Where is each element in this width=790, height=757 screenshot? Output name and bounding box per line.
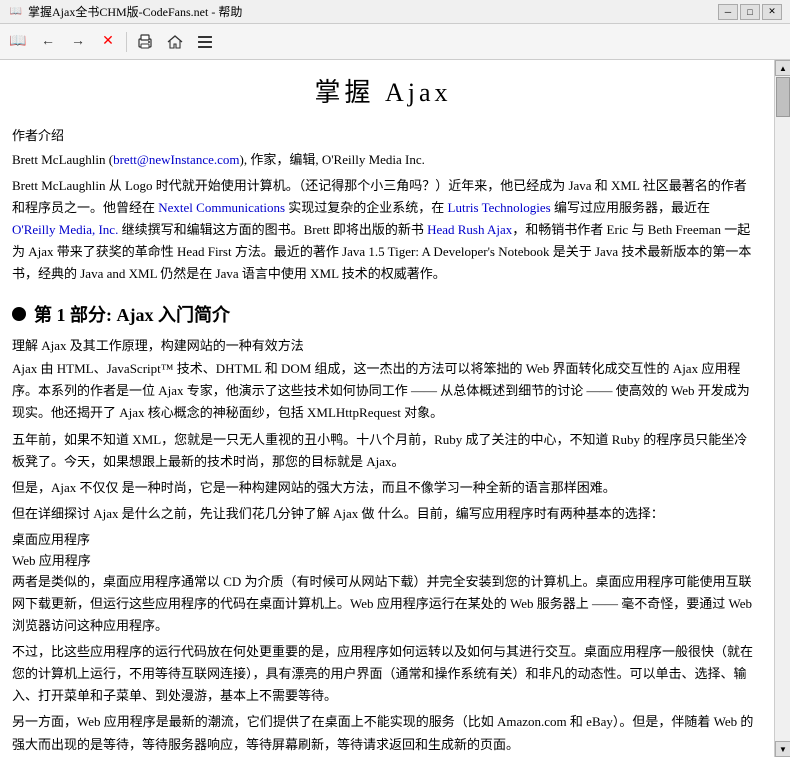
scrollbar-up-arrow[interactable]: ▲ bbox=[775, 60, 790, 76]
title-bar: 📖 掌握Ajax全书CHM版-CodeFans.net - 帮助 ─ □ ✕ bbox=[0, 0, 790, 24]
scrollbar-thumb[interactable] bbox=[776, 77, 790, 117]
part1-para3: 但是，Ajax 不仅仅 是一种时尚，它是一种构建网站的强大方法，而且不像学习一种… bbox=[12, 477, 754, 499]
scrollbar-down-arrow[interactable]: ▼ bbox=[775, 741, 790, 757]
part1-para5: 两者是类似的，桌面应用程序通常以 CD 为介质（有时候可从网站下载）并完全安装到… bbox=[12, 571, 754, 637]
part1-para4: 但在详细探讨 Ajax 是什么之前，先让我们花几分钟了解 Ajax 做 什么。目… bbox=[12, 503, 754, 525]
title-bar-controls: ─ □ ✕ bbox=[718, 4, 782, 20]
list-item-web: Web 应用程序 bbox=[12, 550, 754, 569]
part1-para6: 不过，比这些应用程序的运行代码放在何处更重要的是，应用程序如何运转以及如何与其进… bbox=[12, 641, 754, 707]
options-button[interactable] bbox=[191, 28, 219, 56]
content-area[interactable]: 掌握 Ajax 作者介绍 Brett McLaughlin (brett@new… bbox=[0, 60, 774, 757]
lutris-link[interactable]: Lutris Technologies bbox=[448, 200, 551, 215]
section-label-author: 作者介绍 bbox=[12, 125, 754, 144]
app-icon: 📖 bbox=[8, 4, 24, 20]
print-button[interactable] bbox=[131, 28, 159, 56]
scrollbar-track[interactable]: ▲ ▼ bbox=[774, 60, 790, 757]
part1-heading-text: 第 1 部分: Ajax 入门简介 bbox=[34, 301, 230, 327]
oreilly-link[interactable]: O'Reilly Media, Inc. bbox=[12, 222, 118, 237]
app-icon-btn: 📖 bbox=[4, 28, 32, 56]
stop-button[interactable]: ✕ bbox=[94, 28, 122, 56]
title-bar-text: 掌握Ajax全书CHM版-CodeFans.net - 帮助 bbox=[28, 3, 718, 20]
headfirst-text: Head First bbox=[177, 244, 232, 259]
author-paragraph: Brett McLaughlin 从 Logo 时代就开始使用计算机。（还记得那… bbox=[12, 175, 754, 285]
scrollbar-background bbox=[775, 118, 790, 741]
list-item-desktop: 桌面应用程序 bbox=[12, 529, 754, 548]
part1-heading: 第 1 部分: Ajax 入门简介 bbox=[12, 301, 754, 327]
forward-button[interactable]: → bbox=[64, 28, 92, 56]
nextel-link[interactable]: Nextel Communications bbox=[158, 200, 285, 215]
minimize-button[interactable]: ─ bbox=[718, 4, 738, 20]
home-button[interactable] bbox=[161, 28, 189, 56]
maximize-button[interactable]: □ bbox=[740, 4, 760, 20]
main-container: 掌握 Ajax 作者介绍 Brett McLaughlin (brett@new… bbox=[0, 60, 790, 757]
part1-subtitle: 理解 Ajax 及其工作原理，构建网站的一种有效方法 bbox=[12, 335, 754, 354]
author-email-link[interactable]: brett@newInstance.com bbox=[113, 152, 239, 167]
toolbar-separator-1 bbox=[126, 32, 127, 52]
part1-para2: 五年前，如果不知道 XML，您就是一只无人重视的丑小鸭。十八个月前，Ruby 成… bbox=[12, 429, 754, 473]
headrush-link[interactable]: Head Rush Ajax bbox=[427, 222, 512, 237]
author-line-1: Brett McLaughlin (brett@newInstance.com)… bbox=[12, 150, 754, 171]
part1-para7: 另一方面，Web 应用程序是最新的潮流，它们提供了在桌面上不能实现的服务（比如 … bbox=[12, 711, 754, 755]
bullet-icon bbox=[12, 307, 26, 321]
page-title: 掌握 Ajax bbox=[12, 72, 754, 109]
back-button[interactable]: ← bbox=[34, 28, 62, 56]
part1-para1: Ajax 由 HTML、JavaScript™ 技术、DHTML 和 DOM 组… bbox=[12, 358, 754, 424]
close-button[interactable]: ✕ bbox=[762, 4, 782, 20]
toolbar: 📖 ← → ✕ bbox=[0, 24, 790, 60]
